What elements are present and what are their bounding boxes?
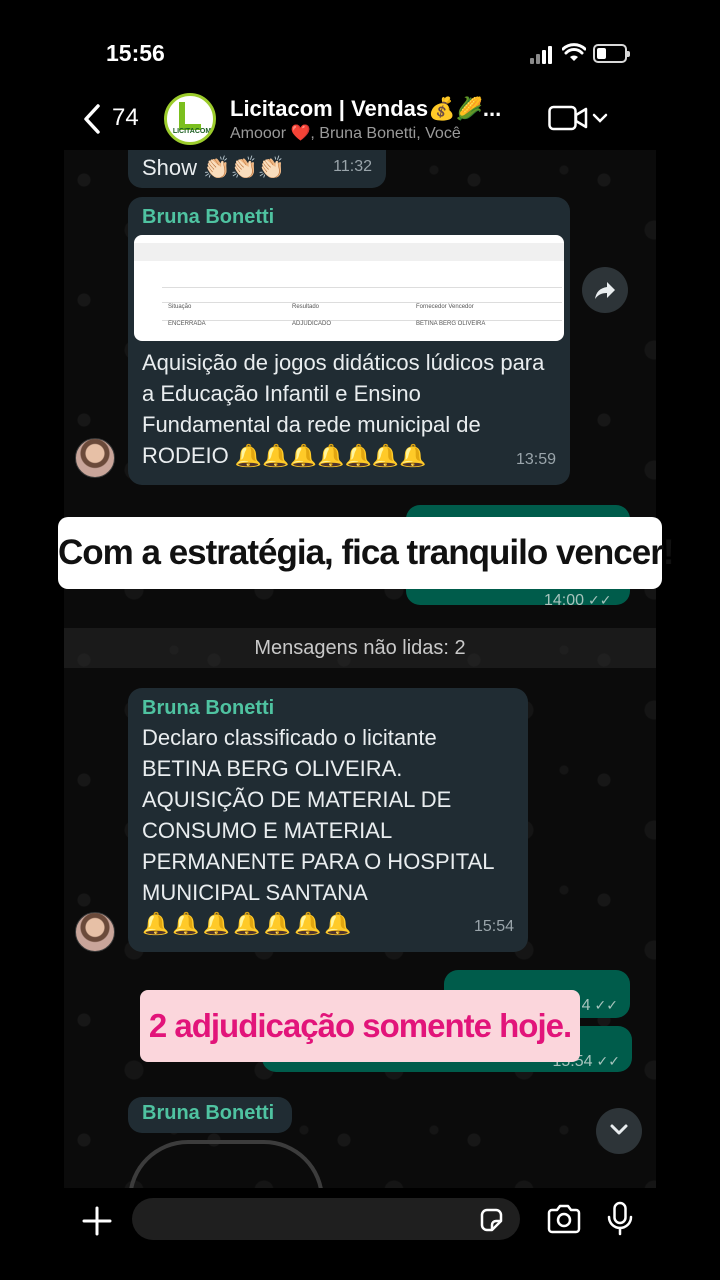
doc-table-row: ENCERRADA ADJUDICADO BETINA BERG OLIVEIR…: [162, 305, 562, 327]
back-chevron-icon[interactable]: [80, 102, 104, 136]
chevron-down-icon: [610, 1124, 628, 1135]
wifi-icon: [562, 43, 586, 61]
message-time: 4 ✓✓: [581, 997, 618, 1014]
phone-screen: 15:56 74 LICITACOM Licitacom | Vendas💰🌽.…: [0, 0, 720, 1280]
cellular-signal-icon: [530, 46, 556, 64]
message-show[interactable]: Show 👏🏻👏🏻👏🏻 11:32: [128, 150, 386, 188]
message-text: Show 👏🏻👏🏻👏🏻: [142, 155, 286, 180]
read-ticks-icon: ✓✓: [588, 592, 612, 608]
camera-icon[interactable]: [546, 1204, 582, 1234]
avatar[interactable]: [75, 912, 115, 952]
group-avatar-text: LICITACOM: [172, 128, 212, 135]
group-members[interactable]: Amooor ❤️, Bruna Bonetti, Você: [230, 123, 461, 143]
message-santana[interactable]: Bruna Bonetti Declaro classificado o lic…: [128, 688, 528, 952]
forward-button[interactable]: [582, 267, 628, 313]
scroll-to-bottom-button[interactable]: [596, 1108, 642, 1154]
message-input[interactable]: [132, 1198, 520, 1240]
plus-icon[interactable]: [80, 1204, 114, 1238]
sender-name[interactable]: Bruna Bonetti: [142, 205, 556, 229]
read-ticks-icon: ✓✓: [596, 1053, 620, 1069]
microphone-icon[interactable]: [606, 1201, 634, 1237]
message-partial[interactable]: Bruna Bonetti: [128, 1097, 292, 1133]
message-time: 15:54: [473, 918, 514, 935]
sender-name[interactable]: Bruna Bonetti: [142, 696, 514, 720]
sender-name[interactable]: Bruna Bonetti: [142, 1101, 278, 1125]
message-time: 11:32: [333, 158, 372, 175]
licitacom-logo-mark: [179, 102, 201, 130]
message-text: Aquisição de jogos didáticos lúdicos par…: [142, 350, 545, 468]
message-time: 14:00 ✓✓: [544, 592, 612, 609]
sticker-icon[interactable]: [478, 1207, 504, 1233]
overlay-caption-bottom: 2 adjudicação somente hoje.: [140, 990, 580, 1062]
unread-divider: Mensagens não lidas: 2: [64, 628, 656, 668]
message-text: Declaro classificado o licitante BETINA …: [142, 725, 495, 936]
read-ticks-icon: ✓✓: [594, 997, 618, 1013]
avatar[interactable]: [75, 438, 115, 478]
group-title[interactable]: Licitacom | Vendas💰🌽...: [230, 96, 501, 122]
unread-chats-count[interactable]: 74: [112, 104, 139, 132]
forward-icon: [595, 282, 615, 299]
group-avatar[interactable]: LICITACOM: [164, 93, 216, 145]
message-rodeio[interactable]: Bruna Bonetti Situação Resultado Fornece…: [128, 197, 570, 485]
document-image[interactable]: Situação Resultado Fornecedor Vencedor E…: [134, 235, 564, 341]
overlay-caption-top: Com a estratégia, fica tranquilo vencer!: [58, 517, 674, 589]
video-call-button[interactable]: [548, 104, 610, 132]
status-time: 15:56: [106, 40, 165, 66]
message-time: 13:59: [515, 451, 556, 468]
doc-table-header: Situação Resultado Fornecedor Vencedor: [162, 287, 562, 310]
battery-icon: [593, 44, 630, 63]
